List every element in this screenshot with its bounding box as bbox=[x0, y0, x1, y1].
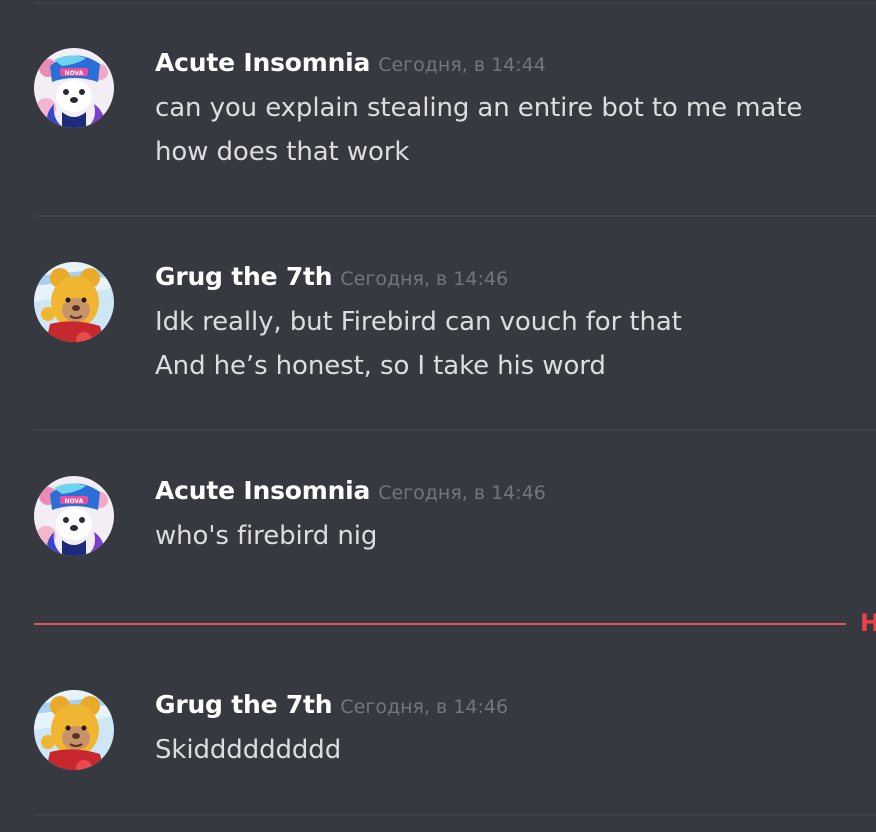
message-header: Acute Insomnia Сегодня, в 14:44 bbox=[155, 48, 546, 77]
username[interactable]: Grug the 7th bbox=[155, 690, 333, 719]
username[interactable]: Acute Insomnia bbox=[155, 48, 370, 77]
message-text: And he’s honest, so I take his word bbox=[155, 351, 606, 381]
timestamp[interactable]: Сегодня, в 14:44 bbox=[378, 54, 546, 76]
username[interactable]: Acute Insomnia bbox=[155, 476, 370, 505]
message-header: Acute Insomnia Сегодня, в 14:46 bbox=[155, 476, 546, 505]
new-messages-divider bbox=[34, 623, 846, 625]
avatar-badge-text: NOVA bbox=[65, 498, 84, 505]
avatar-grug[interactable] bbox=[34, 690, 114, 770]
message-text: how does that work bbox=[155, 137, 410, 167]
new-messages-label: Н bbox=[860, 609, 876, 637]
message-text: Skiddddddddd bbox=[155, 735, 342, 765]
avatar-badge-text: NOVA bbox=[65, 70, 84, 77]
anime-fox-avatar-icon: NOVA bbox=[34, 476, 114, 556]
message-text: who's firebird nig bbox=[155, 521, 378, 551]
message-header: Grug the 7th Сегодня, в 14:46 bbox=[155, 690, 508, 719]
avatar-acute-insomnia[interactable]: NOVA bbox=[34, 476, 114, 556]
message-divider bbox=[34, 2, 876, 4]
message-text: Idk really, but Firebird can vouch for t… bbox=[155, 307, 682, 337]
avatar-acute-insomnia[interactable]: NOVA bbox=[34, 48, 114, 128]
winnie-pooh-avatar-icon bbox=[34, 262, 114, 342]
message-header: Grug the 7th Сегодня, в 14:46 bbox=[155, 262, 508, 291]
avatar-grug[interactable] bbox=[34, 262, 114, 342]
message-text: can you explain stealing an entire bot t… bbox=[155, 93, 803, 123]
winnie-pooh-avatar-icon bbox=[34, 690, 114, 770]
timestamp[interactable]: Сегодня, в 14:46 bbox=[340, 696, 508, 718]
anime-fox-avatar-icon: NOVA bbox=[34, 48, 114, 128]
message-divider bbox=[34, 814, 876, 816]
message-divider bbox=[34, 429, 876, 431]
message-divider bbox=[34, 215, 876, 217]
timestamp[interactable]: Сегодня, в 14:46 bbox=[340, 268, 508, 290]
chat-messages-area: NOVA Acute Insomnia Сегодня, в 14:44 can … bbox=[0, 0, 876, 832]
username[interactable]: Grug the 7th bbox=[155, 262, 333, 291]
timestamp[interactable]: Сегодня, в 14:46 bbox=[378, 482, 546, 504]
